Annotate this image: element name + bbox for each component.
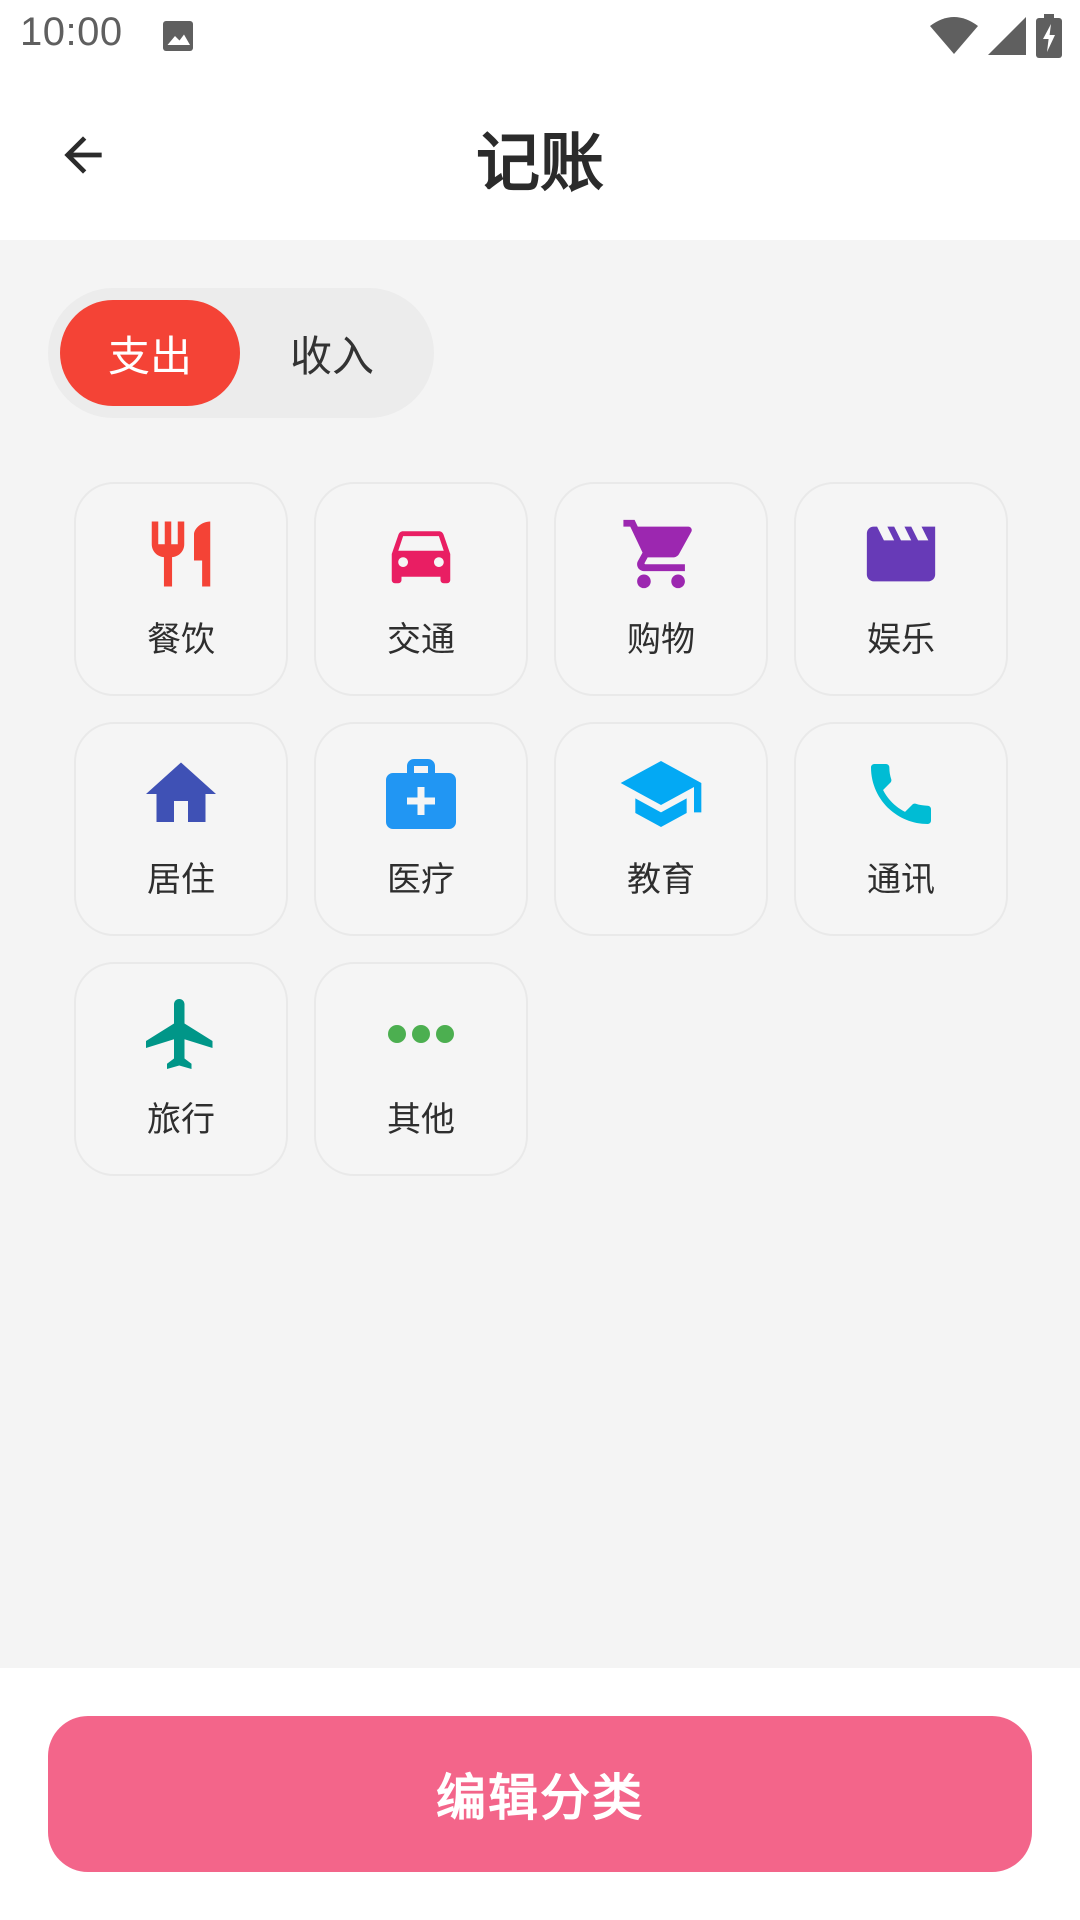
shopping-cart-icon bbox=[623, 519, 692, 589]
status-time: 10:00 bbox=[20, 10, 123, 54]
category-label: 居住 bbox=[147, 860, 215, 900]
category-label: 娱乐 bbox=[867, 620, 935, 660]
status-icons bbox=[930, 12, 1062, 60]
phone-icon bbox=[871, 764, 931, 824]
category-label: 通讯 bbox=[867, 860, 935, 900]
app-bar: 记账 bbox=[0, 72, 1080, 240]
page-title: 记账 bbox=[476, 127, 604, 201]
category-label: 其他 bbox=[387, 1100, 455, 1140]
battery-charging-icon bbox=[1036, 14, 1062, 58]
status-bar: 10:00 bbox=[0, 0, 1080, 72]
category-housing[interactable]: 居住 bbox=[74, 722, 288, 936]
category-label: 购物 bbox=[627, 620, 695, 660]
signal-icon bbox=[988, 17, 1026, 55]
category-label: 交通 bbox=[387, 620, 455, 660]
bottom-bar: 编辑分类 bbox=[0, 1668, 1080, 1920]
airplane-icon bbox=[146, 999, 213, 1069]
toggle-expense[interactable]: 支出 bbox=[60, 300, 240, 406]
category-transport[interactable]: 交通 bbox=[314, 482, 528, 696]
restaurant-icon bbox=[151, 521, 211, 587]
category-travel[interactable]: 旅行 bbox=[74, 962, 288, 1176]
category-other[interactable]: 其他 bbox=[314, 962, 528, 1176]
category-communication[interactable]: 通讯 bbox=[794, 722, 1008, 936]
type-toggle: 支出 收入 bbox=[48, 288, 434, 418]
toggle-income[interactable]: 收入 bbox=[242, 300, 422, 406]
image-icon bbox=[163, 21, 193, 51]
category-label: 医疗 bbox=[387, 860, 455, 900]
medical-kit-icon bbox=[386, 759, 456, 829]
category-dining[interactable]: 餐饮 bbox=[74, 482, 288, 696]
category-medical[interactable]: 医疗 bbox=[314, 722, 528, 936]
car-icon bbox=[391, 531, 451, 584]
category-shopping[interactable]: 购物 bbox=[554, 482, 768, 696]
edit-categories-button[interactable]: 编辑分类 bbox=[48, 1716, 1032, 1872]
category-entertainment[interactable]: 娱乐 bbox=[794, 482, 1008, 696]
category-label: 旅行 bbox=[147, 1100, 215, 1140]
category-label: 教育 bbox=[627, 860, 695, 900]
graduation-cap-icon bbox=[620, 761, 702, 827]
content-area: 支出 收入 餐饮 交通 购物 娱乐 居住 医疗 教育 通讯 旅行 其他 bbox=[0, 240, 1080, 1668]
home-icon bbox=[146, 762, 216, 822]
category-education[interactable]: 教育 bbox=[554, 722, 768, 936]
more-horizontal-icon bbox=[388, 1025, 454, 1043]
movie-clapper-icon bbox=[866, 526, 936, 582]
wifi-icon bbox=[930, 17, 978, 54]
category-label: 餐饮 bbox=[147, 620, 215, 660]
